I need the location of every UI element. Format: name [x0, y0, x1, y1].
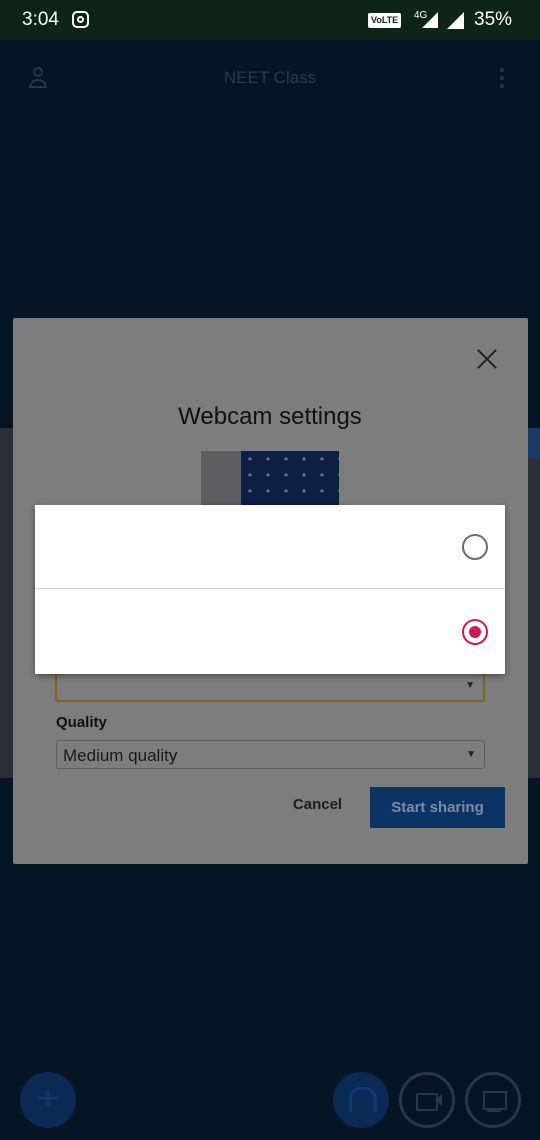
more-options-icon[interactable]	[500, 68, 506, 90]
app-title: NEET Class	[223, 68, 317, 87]
start-sharing-button[interactable]: Start sharing	[370, 787, 505, 828]
add-button[interactable]: +	[20, 1072, 76, 1128]
option-picker	[35, 505, 505, 674]
picker-option[interactable]	[35, 590, 505, 674]
presentation-edge	[526, 428, 540, 458]
instagram-icon	[72, 11, 89, 28]
screen-share-button[interactable]	[465, 1072, 521, 1128]
wifi-signal-icon	[447, 12, 464, 29]
device-select[interactable]: ▼	[55, 672, 485, 702]
picker-option[interactable]	[35, 505, 505, 589]
close-icon[interactable]	[476, 348, 498, 370]
status-time: 3:04	[22, 9, 59, 30]
webcam-toggle-button[interactable]	[399, 1072, 455, 1128]
battery-level: 35%	[474, 9, 513, 30]
quality-label: Quality	[56, 714, 107, 731]
dropdown-arrow-icon: ▼	[465, 680, 475, 691]
volte-badge: VoLTE	[368, 13, 402, 28]
radio-selected-icon[interactable]	[462, 619, 488, 645]
headphones-button[interactable]	[333, 1072, 389, 1128]
quality-value: Medium quality	[63, 746, 178, 765]
cancel-button[interactable]: Cancel	[280, 796, 355, 820]
signal-icon	[422, 12, 438, 28]
dropdown-arrow-icon: ▼	[466, 749, 476, 760]
webcam-preview	[201, 451, 339, 505]
dialog-title: Webcam settings	[178, 403, 362, 430]
radio-unselected-icon[interactable]	[462, 534, 488, 560]
status-bar: 3:04 VoLTE 4G 35%	[0, 0, 540, 40]
quality-select[interactable]: Medium quality ▼	[56, 740, 485, 769]
